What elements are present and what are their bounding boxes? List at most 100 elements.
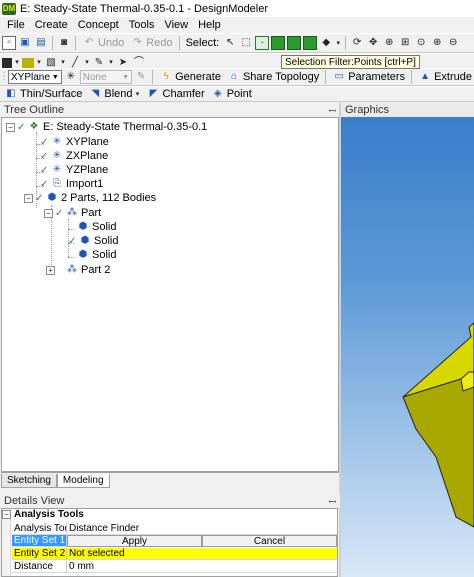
blend-button[interactable]: ◥ Blend ▾ <box>86 87 142 101</box>
tree-outline: − ✓ ❖ E: Steady-State Thermal-0.35-0.1 ✓… <box>1 117 339 472</box>
thin-surface-icon: ◧ <box>6 88 16 99</box>
tree-node-parts[interactable]: − ✓ ⬢ 2 Parts, 112 Bodies <box>24 191 156 205</box>
parameters-icon: ▭ <box>334 71 344 82</box>
details-section-row: − Analysis Tools <box>2 509 337 521</box>
tree-node-root[interactable]: − ✓ ❖ E: Steady-State Thermal-0.35-0.1 <box>6 120 207 134</box>
generate-label: Generate <box>175 71 221 83</box>
menu-help[interactable]: Help <box>193 19 226 31</box>
tree-node-xyplane[interactable]: ✓ ✳ XYPlane <box>40 135 109 149</box>
cancel-button[interactable]: Cancel <box>202 535 337 547</box>
entity-set-2-label: Entity Set 2 <box>12 548 67 560</box>
chamfer-label: Chamfer <box>162 88 205 100</box>
model-front-face[interactable] <box>402 378 474 528</box>
collapse-icon[interactable]: − <box>24 193 33 203</box>
tree-node-part2[interactable]: + ⁂ Part 2 <box>46 263 110 277</box>
plane-select[interactable]: XYPlane ▼ <box>8 70 62 84</box>
model-geometry[interactable] <box>341 117 474 577</box>
tree-node-solid[interactable]: ⬢ Solid <box>76 220 117 234</box>
plane-toolbar: ⋮ XYPlane ▼ ✳ None ▼ ✎ ϟ Generate ⌂ Shar… <box>0 68 474 86</box>
extend-selection-icon[interactable]: ◆ <box>319 36 333 50</box>
tree-node-solid[interactable]: ✓ ⬢ Solid <box>68 234 118 248</box>
check-icon: ✓ <box>35 192 44 204</box>
tree-node-label: ZXPlane <box>66 150 109 162</box>
new-sketch-icon[interactable]: ✎ <box>134 70 148 84</box>
point-button[interactable]: ◈ Point <box>209 87 254 101</box>
app-logo-icon: DM <box>2 2 16 15</box>
tree-node-yzplane[interactable]: ✓ ✳ YZPlane <box>40 163 108 177</box>
collapse-icon[interactable]: − <box>6 122 15 132</box>
undo-button[interactable]: ↶ Undo <box>80 36 126 50</box>
save-icon[interactable]: ▣ <box>18 36 32 50</box>
new-file-icon[interactable]: ▫ <box>2 36 16 50</box>
new-plane-icon[interactable]: ✳ <box>64 70 78 84</box>
filter-bodies-icon[interactable] <box>303 36 318 50</box>
blend-label: Blend <box>104 88 133 100</box>
save-as-icon[interactable]: ▤ <box>34 36 48 50</box>
feature-toolbar: ◧ Thin/Surface ◥ Blend ▾ ◤ Chamfer ◈ Poi… <box>0 86 474 102</box>
multibody-part-icon: ⁂ <box>67 264 77 275</box>
shading-icon[interactable] <box>22 57 34 68</box>
menu-tools[interactable]: Tools <box>124 19 160 31</box>
filter-edges-icon[interactable] <box>271 36 286 50</box>
menu-view[interactable]: View <box>159 19 193 31</box>
display-toggle-icon[interactable] <box>2 57 12 68</box>
tree-node-zxplane[interactable]: ✓ ✳ ZXPlane <box>40 149 108 163</box>
expand-icon[interactable]: + <box>46 265 55 275</box>
filter-faces-icon[interactable] <box>287 36 302 50</box>
sketch-select[interactable]: None ▼ <box>79 70 133 84</box>
lightning-icon: ϟ <box>163 71 169 82</box>
thin-surface-button[interactable]: ◧ Thin/Surface <box>2 87 84 101</box>
title-bar: DM E: Steady-State Thermal-0.35-0.1 - De… <box>0 0 474 17</box>
chamfer-button[interactable]: ◤ Chamfer <box>145 87 207 101</box>
tab-sketching[interactable]: Sketching <box>1 474 57 488</box>
parameters-button[interactable]: ▭ Parameters <box>330 70 407 84</box>
apply-button[interactable]: Apply <box>67 535 202 547</box>
camera-icon[interactable]: ◙ <box>57 36 71 50</box>
toolbar-separator <box>52 36 53 50</box>
grip-handle-icon: ⋮ <box>0 71 9 82</box>
share-topology-label: Share Topology <box>242 71 320 83</box>
zoom-fit-icon[interactable]: ⊙ <box>414 36 428 50</box>
tree-outline-title: Tree Outline <box>4 104 65 116</box>
box-select-icon[interactable]: ⬚ <box>239 36 253 50</box>
generate-button[interactable]: ϟ Generate <box>157 70 223 84</box>
tab-modeling[interactable]: Modeling <box>56 474 110 488</box>
redo-icon: ↷ <box>133 37 142 48</box>
toolbar-separator <box>325 70 327 84</box>
analysis-tool-value[interactable]: Distance Finder <box>67 523 337 535</box>
zoom-icon[interactable]: ⊕ <box>382 36 396 50</box>
main-toolbar: ▫ ▣ ▤ ◙ ↶ Undo ↷ Redo Select: ↖ ⬚ · ◆ ▾ … <box>0 33 474 53</box>
menu-create[interactable]: Create <box>30 19 73 31</box>
zoom-box-icon[interactable]: ⊞ <box>398 36 412 50</box>
cursor-select-icon[interactable]: ↖ <box>223 36 237 50</box>
plane-icon: ✳ <box>52 136 62 147</box>
collapse-icon[interactable]: − <box>2 510 11 519</box>
menu-bar: File Create Concept Tools View Help <box>0 17 474 33</box>
share-topology-button[interactable]: ⌂ Share Topology <box>225 70 321 84</box>
pin-icon[interactable]: ꟷ <box>329 104 336 117</box>
pin-icon[interactable]: ꟷ <box>329 495 336 508</box>
pan-icon[interactable]: ✥ <box>366 36 380 50</box>
dropdown-arrow-icon[interactable]: ▾ <box>335 36 341 50</box>
redo-label: Redo <box>146 37 173 49</box>
tree-node-part[interactable]: − ✓ ⁂ Part <box>44 206 101 220</box>
zoom-in-icon[interactable]: ⊕ <box>430 36 444 50</box>
tree-node-label: YZPlane <box>66 164 109 176</box>
tree-node-solid[interactable]: ⬢ Solid <box>76 248 117 262</box>
filter-points-icon[interactable]: · <box>255 36 270 50</box>
plane-icon: ✳ <box>52 150 62 161</box>
entity-set-2-value[interactable]: Not selected <box>67 548 337 560</box>
menu-file[interactable]: File <box>2 19 30 31</box>
zoom-out-icon[interactable]: ⊖ <box>446 36 460 50</box>
toolbar-separator <box>75 36 76 50</box>
undo-label: Undo <box>98 37 125 49</box>
redo-button[interactable]: ↷ Redo <box>128 36 174 50</box>
menu-concept[interactable]: Concept <box>73 19 124 31</box>
rotate-icon[interactable]: ⟳ <box>350 36 364 50</box>
graphics-viewport[interactable] <box>341 117 474 577</box>
collapse-icon[interactable]: − <box>44 208 53 218</box>
extrude-button[interactable]: ▲ Extrude <box>416 70 474 84</box>
sketch-select-value: None <box>82 71 107 83</box>
tree-node-import1[interactable]: ✓ ⎘ Import1 <box>40 177 103 191</box>
check-icon: ✓ <box>40 150 49 162</box>
